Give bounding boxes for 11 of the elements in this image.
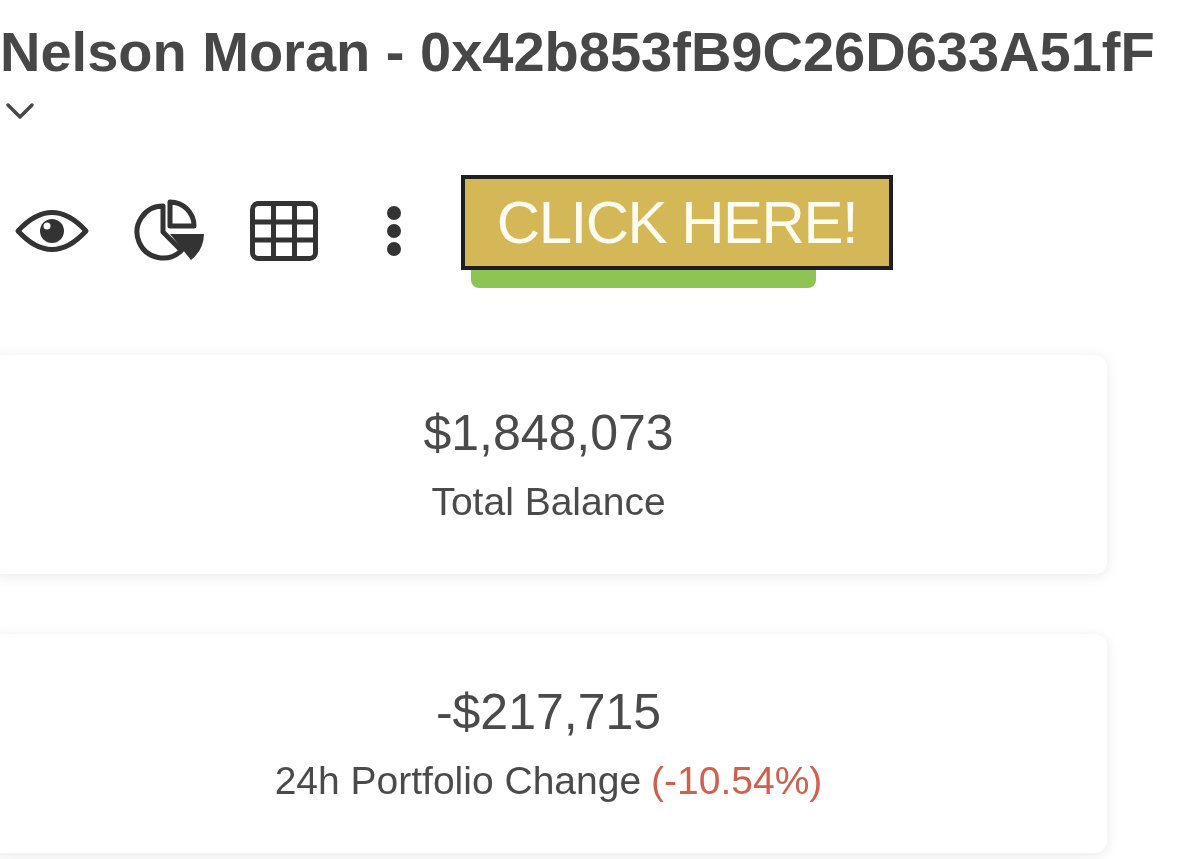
pie-chart-icon[interactable] bbox=[133, 198, 207, 264]
stat-label: Total Balance bbox=[431, 480, 666, 523]
stat-label: 24h Portfolio Change bbox=[274, 759, 642, 802]
chevron-down-icon[interactable] bbox=[5, 102, 35, 120]
percent-change: (-10.54%) bbox=[651, 759, 823, 802]
wallet-title: Nelson Moran - 0x42b853fB9C26D633A51fF bbox=[0, 20, 1155, 84]
click-here-button[interactable]: CLICK HERE! bbox=[461, 175, 893, 270]
more-vertical-icon[interactable] bbox=[385, 205, 403, 257]
grid-icon[interactable] bbox=[250, 201, 318, 261]
stat-value: $1,848,073 bbox=[423, 405, 674, 462]
stat-value: -$217,715 bbox=[435, 684, 662, 741]
